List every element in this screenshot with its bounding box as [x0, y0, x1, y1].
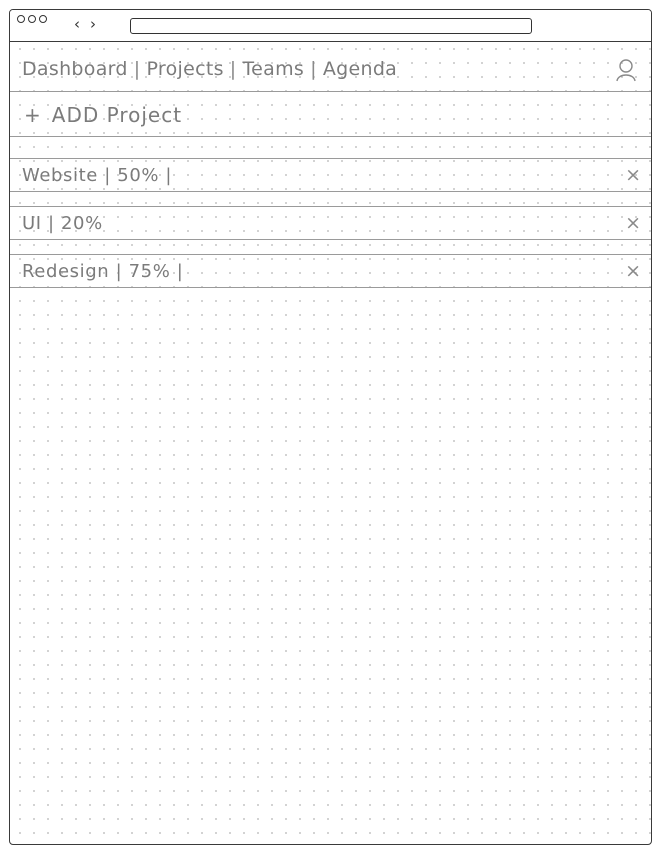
address-bar[interactable] — [130, 18, 532, 34]
history-navigation: ‹ › — [74, 16, 96, 32]
forward-arrow-icon[interactable]: › — [90, 16, 96, 32]
window-controls — [17, 15, 47, 23]
toolbar: + ADD Project — [10, 93, 651, 137]
project-row-website[interactable]: Website | 50% | × — [10, 158, 651, 192]
project-summary: UI | 20% — [22, 213, 103, 234]
close-icon[interactable]: × — [625, 260, 641, 282]
back-arrow-icon[interactable]: ‹ — [74, 16, 80, 32]
nav-separator: | — [133, 58, 141, 80]
project-row-ui[interactable]: UI | 20% × — [10, 206, 651, 240]
nav-item-agenda[interactable]: Agenda — [323, 58, 397, 80]
close-window-dot[interactable] — [17, 15, 25, 23]
user-icon[interactable] — [615, 58, 637, 82]
add-project-label: ADD Project — [51, 103, 183, 127]
nav-item-projects[interactable]: Projects — [146, 58, 223, 80]
nav-separator: | — [310, 58, 317, 80]
plus-icon: + — [24, 103, 42, 127]
nav-item-teams[interactable]: Teams — [243, 58, 305, 80]
project-summary: Website | 50% | — [22, 165, 173, 186]
minimize-window-dot[interactable] — [28, 15, 36, 23]
nav-item-dashboard[interactable]: Dashboard — [22, 58, 128, 80]
browser-window: ‹ › Dashboard | Projects | Teams | Agenda + ADD… — [9, 9, 652, 845]
main-navigation: Dashboard | Projects | Teams | Agenda — [10, 42, 651, 92]
project-row-redesign[interactable]: Redesign | 75% | × — [10, 254, 651, 288]
add-project-button[interactable]: + ADD Project — [24, 103, 182, 127]
nav-separator: | — [229, 58, 237, 80]
project-summary: Redesign | 75% | — [22, 261, 184, 282]
title-bar: ‹ › — [10, 10, 651, 42]
close-icon[interactable]: × — [625, 212, 641, 234]
close-icon[interactable]: × — [625, 164, 641, 186]
maximize-window-dot[interactable] — [39, 15, 47, 23]
nav-menu: Dashboard | Projects | Teams | Agenda — [22, 58, 397, 80]
